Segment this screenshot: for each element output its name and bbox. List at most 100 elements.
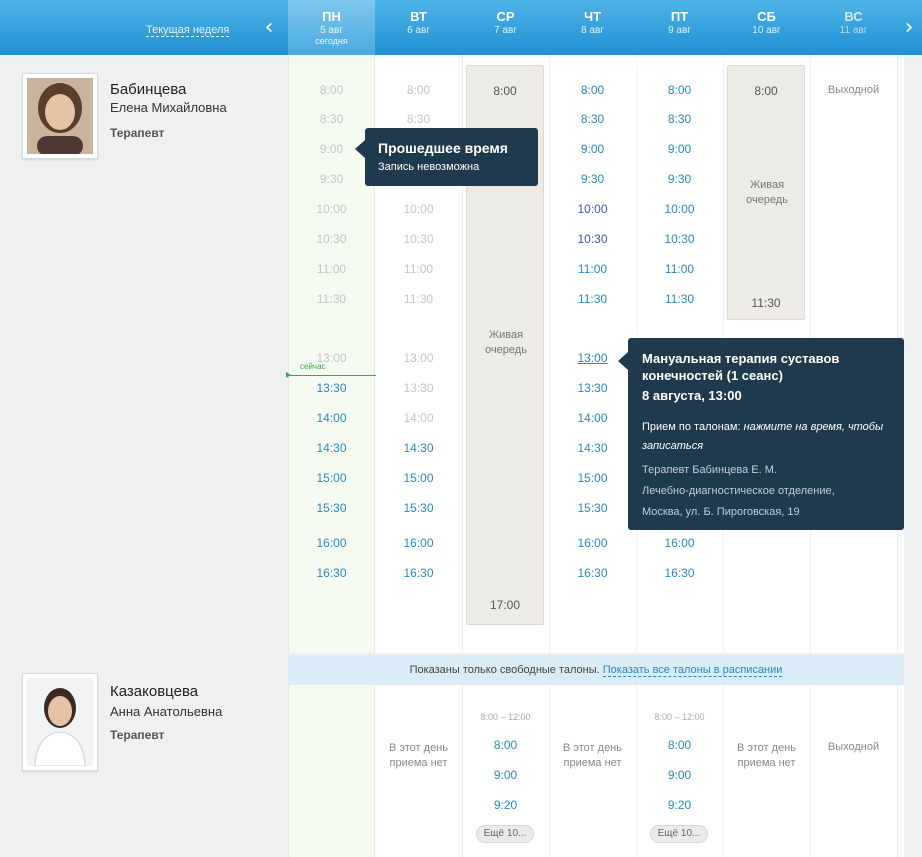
- time-slot[interactable]: 14:00: [549, 411, 636, 425]
- time-slot: 14:00: [403, 411, 434, 425]
- scroll-gutter: [904, 55, 922, 857]
- time-slot[interactable]: 8:00: [549, 83, 636, 97]
- time-slot[interactable]: 8:30: [549, 112, 636, 126]
- no-reception-label: В этот день приема нет: [389, 742, 448, 769]
- time-slot[interactable]: 8:00: [462, 738, 549, 752]
- notice-text: Показаны только свободные талоны.: [409, 664, 600, 676]
- time-slot[interactable]: 11:30: [636, 292, 723, 306]
- time-slot[interactable]: 15:00: [288, 471, 375, 485]
- day-date: 10 авг: [752, 25, 781, 36]
- doctor-specialty: Терапевт: [110, 728, 165, 742]
- time-slot[interactable]: 9:00: [462, 768, 549, 782]
- week-header: Текущая неделя ‹ ПН 5 авг сегодня ВТ 6 а…: [0, 0, 922, 55]
- time-slot[interactable]: 15:00: [549, 471, 636, 485]
- live-queue-block-sat: 8:00 Живая очередь 11:30: [727, 65, 805, 320]
- doctor-photo: [22, 73, 98, 159]
- time-slot[interactable]: 15:30: [549, 501, 636, 515]
- time-slot[interactable]: 16:30: [288, 566, 375, 580]
- time-slot[interactable]: 8:30: [636, 112, 723, 126]
- past-time-tooltip: Прошедшее время Запись невозможна: [355, 128, 538, 186]
- time-slot[interactable]: 10:00: [636, 202, 723, 216]
- time-slot[interactable]: 8:00: [636, 83, 723, 97]
- doctor-photo: [22, 673, 98, 771]
- live-queue-label: Живая очередь: [485, 329, 527, 356]
- time-slot[interactable]: 11:00: [549, 262, 636, 276]
- live-queue-end: 11:30: [751, 296, 781, 310]
- time-slot: 9:30: [319, 172, 344, 186]
- day-name: СР: [496, 9, 515, 24]
- time-slot: 11:30: [316, 292, 347, 306]
- doctor-portrait-image: [27, 78, 93, 154]
- chevron-right-icon[interactable]: ›: [900, 16, 918, 40]
- day-date: 8 авг: [581, 25, 604, 36]
- time-slot[interactable]: 16:30: [636, 566, 723, 580]
- time-slot[interactable]: 11:00: [636, 262, 723, 276]
- current-week-link[interactable]: Текущая неделя: [146, 24, 230, 37]
- show-all-slots-link[interactable]: Показать все талоны в расписании: [602, 664, 783, 677]
- time-slot: 8:30: [406, 112, 431, 126]
- day-header-sat: СБ 10 авг: [723, 0, 810, 55]
- tooltip-arrow: [618, 352, 628, 370]
- day-name: ПН: [322, 9, 341, 24]
- time-slot: 13:30: [403, 381, 434, 395]
- day-date: 11 авг: [839, 25, 868, 36]
- doctor-full-name: Анна Анатольевна: [110, 704, 223, 719]
- live-queue-end: 17:00: [489, 598, 521, 612]
- doctor-portrait-image: [27, 678, 93, 766]
- time-slot[interactable]: 9:20: [462, 798, 549, 812]
- time-slot: 10:00: [316, 202, 347, 216]
- time-slot[interactable]: 16:30: [375, 566, 462, 580]
- day-header-mon: ПН 5 авг сегодня: [288, 0, 375, 55]
- doctor-info-2: Казаковцева Анна Анатольевна Терапевт: [0, 655, 288, 857]
- time-slot[interactable]: 15:30: [375, 501, 462, 515]
- no-reception-label: В этот день приема нет: [563, 742, 622, 769]
- day-name: ВТ: [410, 9, 427, 24]
- live-queue-start: 8:00: [754, 84, 778, 98]
- time-slot[interactable]: 13:30: [288, 381, 375, 395]
- time-slot[interactable]: 16:00: [375, 536, 462, 550]
- tooltip-subtitle: Запись невозможна: [378, 161, 480, 173]
- chevron-left-icon[interactable]: ‹: [260, 16, 278, 40]
- time-slot[interactable]: 9:00: [549, 142, 636, 156]
- time-slot[interactable]: 9:00: [636, 142, 723, 156]
- time-slot[interactable]: 9:30: [636, 172, 723, 186]
- time-slot[interactable]: 10:30: [636, 232, 723, 246]
- time-slot[interactable]: 16:00: [288, 536, 375, 550]
- time-slot[interactable]: 8:00: [636, 738, 723, 752]
- time-slot[interactable]: 16:30: [549, 566, 636, 580]
- time-slot: 11:30: [403, 292, 434, 306]
- doctor-specialty: Терапевт: [110, 126, 165, 140]
- time-slot[interactable]: 14:00: [288, 411, 375, 425]
- day-header-tue: ВТ 6 авг: [375, 0, 462, 55]
- doctor-info-1: Бабинцева Елена Михайловна Терапевт: [0, 55, 288, 653]
- time-slot[interactable]: 15:00: [375, 471, 462, 485]
- doctor-full-name: Елена Михайловна: [110, 100, 227, 115]
- current-time-marker: [286, 372, 291, 378]
- now-label: сейчас: [300, 362, 326, 371]
- tooltip-arrow: [355, 140, 365, 158]
- time-slot[interactable]: 14:30: [375, 441, 462, 455]
- time-slot: 10:00: [403, 202, 434, 216]
- more-slots-button[interactable]: Ещё 10...: [476, 825, 534, 843]
- day-name: СБ: [757, 9, 776, 24]
- no-reception-label: В этот день приема нет: [737, 742, 796, 769]
- time-slot[interactable]: 15:30: [288, 501, 375, 515]
- time-slot[interactable]: 9:00: [636, 768, 723, 782]
- time-slot[interactable]: 10:00: [549, 202, 636, 216]
- more-slots-button[interactable]: Ещё 10...: [650, 825, 708, 843]
- time-slot[interactable]: 10:30: [549, 232, 636, 246]
- day-name: ЧТ: [583, 9, 602, 24]
- time-slot[interactable]: 13:30: [549, 381, 636, 395]
- time-slot[interactable]: 9:20: [636, 798, 723, 812]
- time-slot[interactable]: 11:30: [549, 292, 636, 306]
- reception-range: 8:00 – 12:00: [654, 712, 705, 722]
- time-slot: 10:30: [403, 232, 434, 246]
- free-slots-notice: Показаны только свободные талоны. Показа…: [288, 655, 904, 685]
- time-slot[interactable]: 14:30: [288, 441, 375, 455]
- time-slot[interactable]: 16:00: [549, 536, 636, 550]
- time-slot[interactable]: 14:30: [549, 441, 636, 455]
- time-slot[interactable]: 16:00: [636, 536, 723, 550]
- service-title: Мануальная терапия суставов конечностей …: [642, 351, 840, 383]
- doctor-surname: Бабинцева: [110, 81, 187, 98]
- time-slot[interactable]: 9:30: [549, 172, 636, 186]
